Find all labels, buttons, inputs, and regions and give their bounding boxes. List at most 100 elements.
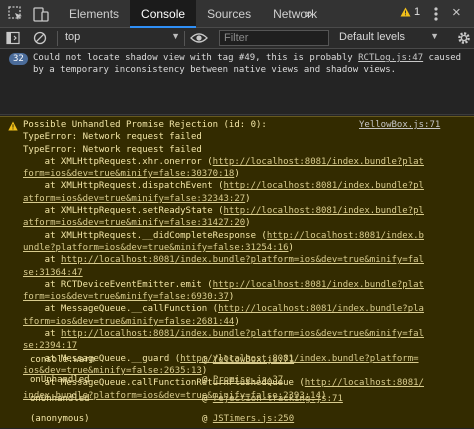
stack-line-link[interactable]: undle?platform=ios&dev=true&minify=false… [23, 243, 289, 253]
inspect-element-icon[interactable] [7, 5, 25, 23]
call-stack-function: onUnhandled [30, 371, 90, 391]
device-toolbar-icon[interactable] [32, 5, 50, 23]
call-stack-at: @ [202, 355, 213, 365]
toolbar-divider [184, 31, 185, 46]
call-stack-location: @ YellowBox.js:71 [202, 351, 294, 371]
stack-line-link[interactable]: form=ios&dev=true&minify=false:30370:18 [23, 169, 234, 179]
warning-icon [8, 121, 18, 131]
call-stack-at: @ [202, 375, 213, 385]
filter-input[interactable] [219, 30, 329, 46]
call-stack-link[interactable]: Promise.js:37 [213, 375, 283, 385]
more-options-icon[interactable] [430, 3, 442, 25]
stack-line-text: at XMLHttpRequest.dispatchEvent ( [23, 181, 223, 191]
stack-line: TypeError: Network request failed [23, 131, 463, 143]
call-stack-location: @ Promise.js:37 [202, 371, 283, 391]
warning-count: 1 [414, 6, 420, 18]
stack-line-text: at MessageQueue.__callFunction ( [23, 304, 218, 314]
call-stack-link[interactable]: JSTimers.js:250 [213, 414, 294, 424]
toolbar-divider [57, 31, 58, 46]
clear-console-icon[interactable] [33, 31, 47, 45]
stack-line: se:31364:47 [23, 267, 463, 279]
tab-elements[interactable]: Elements [58, 0, 130, 28]
call-stack-function: onUnhandled [30, 390, 90, 410]
stack-line-link[interactable]: http://localhost:8081/index.bundle?plat [213, 280, 424, 290]
stack-line-link[interactable]: tform=ios&dev=true&minify=false:2681:44 [23, 317, 234, 327]
chevron-down-icon: ▼ [430, 31, 439, 41]
stack-line: at http://localhost:8081/index.bundle?pl… [23, 254, 463, 266]
stack-line-suffix: ) [245, 218, 250, 228]
tab-console[interactable]: Console [130, 0, 196, 28]
log-levels-dropdown[interactable]: Default levels ▼ [339, 31, 439, 46]
gear-icon[interactable] [456, 30, 472, 46]
stack-line: undle?platform=ios&dev=true&minify=false… [23, 242, 463, 254]
stack-line-link[interactable]: http://localhost:8081/index.bundle?plat [213, 157, 424, 167]
panel-tabs: Elements Console Sources Network [58, 0, 328, 28]
close-devtools-icon[interactable]: × [452, 4, 461, 21]
call-stack-function: (anonymous) [30, 410, 90, 429]
stack-line-text: at [23, 255, 61, 265]
stack-line-link[interactable]: http://localhost:8081/index.b [267, 231, 424, 241]
call-stack-location: @ JSTimers.js:250 [202, 410, 294, 429]
chevron-down-icon: ▼ [171, 31, 180, 41]
stack-line: at XMLHttpRequest.setReadyState (http://… [23, 205, 463, 217]
stack-line-text: TypeError: Network request failed [23, 145, 202, 155]
stack-line-text: at [23, 329, 61, 339]
tab-sources[interactable]: Sources [196, 0, 262, 28]
stack-line-link[interactable]: http://localhost:8081/index.bundle?pl [223, 206, 423, 216]
stack-line-link[interactable]: se:2394:17 [23, 341, 77, 351]
stack-line-link[interactable]: se:31364:47 [23, 268, 83, 278]
call-stack-function: console.warn [30, 351, 95, 371]
console-message-log[interactable]: 32 Could not locate shadow view with tag… [0, 49, 474, 115]
stack-line: atform=ios&dev=true&minify=false:32343:2… [23, 193, 463, 205]
stack-line-suffix: ) [234, 169, 239, 179]
console-toolbar: top ▼ Default levels ▼ [0, 28, 474, 49]
log-levels-value: Default levels [339, 31, 405, 43]
stack-line: atform=ios&dev=true&minify=false:31427:2… [23, 217, 463, 229]
call-stack-row: console.warn @ YellowBox.js:71 [30, 351, 450, 371]
stack-line-text: at XMLHttpRequest.__didCompleteResponse … [23, 231, 267, 241]
call-stack-link[interactable]: YellowBox.js:71 [213, 355, 294, 365]
call-stack-location: @ rejection-tracking.js:71 [202, 390, 343, 410]
more-tabs-button[interactable]: » [305, 0, 313, 28]
stack-line-link[interactable]: form=ios&dev=true&minify=false:6930:37 [23, 292, 229, 302]
source-link[interactable]: RCTLog.js:47 [358, 53, 423, 63]
console-message-warning[interactable]: YellowBox.js:71 Possible Unhandled Promi… [0, 116, 474, 428]
live-expression-eye-icon[interactable] [190, 31, 208, 45]
stack-line-link[interactable]: http://localhost:8081/index.bundle?pl [223, 181, 423, 191]
stack-line-text: at RCTDeviceEventEmitter.emit ( [23, 280, 213, 290]
call-stack-link[interactable]: rejection-tracking.js:71 [213, 394, 343, 404]
stack-line-link[interactable]: http://localhost:8081/index.bundle?platf… [61, 329, 424, 339]
call-stack-row: onUnhandled @ Promise.js:37 [30, 371, 450, 391]
stack-line: TypeError: Network request failed [23, 144, 463, 156]
stack-line-suffix: ) [289, 243, 294, 253]
context-value: top [65, 31, 80, 43]
call-stack-row: onUnhandled @ rejection-tracking.js:71 [30, 390, 450, 410]
devtools-tab-bar: Elements Console Sources Network » 1 × [0, 0, 474, 28]
console-output[interactable]: 32 Could not locate shadow view with tag… [0, 49, 474, 428]
call-stack-at: @ [202, 414, 213, 424]
log-text-start: Could not locate shadow view with tag #4… [33, 53, 358, 63]
stack-line: at XMLHttpRequest.dispatchEvent (http://… [23, 180, 463, 192]
stack-line-link[interactable]: http://localhost:8081/index.bundle?platf… [61, 255, 424, 265]
repeat-count-badge: 32 [9, 53, 28, 65]
stack-line: at http://localhost:8081/index.bundle?pl… [23, 328, 463, 340]
stack-line: form=ios&dev=true&minify=false:30370:18) [23, 168, 463, 180]
log-message-text: Could not locate shadow view with tag #4… [33, 52, 467, 77]
context-selector[interactable]: top ▼ [65, 31, 180, 46]
stack-line-link[interactable]: atform=ios&dev=true&minify=false:32343:2… [23, 194, 245, 204]
stack-line: at MessageQueue.__callFunction (http://l… [23, 303, 463, 315]
stack-line-link[interactable]: atform=ios&dev=true&minify=false:31427:2… [23, 218, 245, 228]
stack-line-text: TypeError: Network request failed [23, 132, 202, 142]
stack-line-text: at XMLHttpRequest.setReadyState ( [23, 206, 223, 216]
tab-network[interactable]: Network [262, 0, 328, 28]
stack-line: at XMLHttpRequest.__didCompleteResponse … [23, 230, 463, 242]
stack-line-suffix: ) [234, 317, 239, 327]
stack-line: form=ios&dev=true&minify=false:6930:37) [23, 291, 463, 303]
warnings-counter[interactable]: 1 [400, 6, 420, 18]
stack-line-suffix: ) [245, 194, 250, 204]
show-sidebar-icon[interactable] [6, 31, 20, 45]
stack-line: Possible Unhandled Promise Rejection (id… [23, 119, 463, 131]
stack-line: at RCTDeviceEventEmitter.emit (http://lo… [23, 279, 463, 291]
stack-line-text: at XMLHttpRequest.xhr.onerror ( [23, 157, 213, 167]
stack-line-link[interactable]: http://localhost:8081/index.bundle?pla [218, 304, 424, 314]
